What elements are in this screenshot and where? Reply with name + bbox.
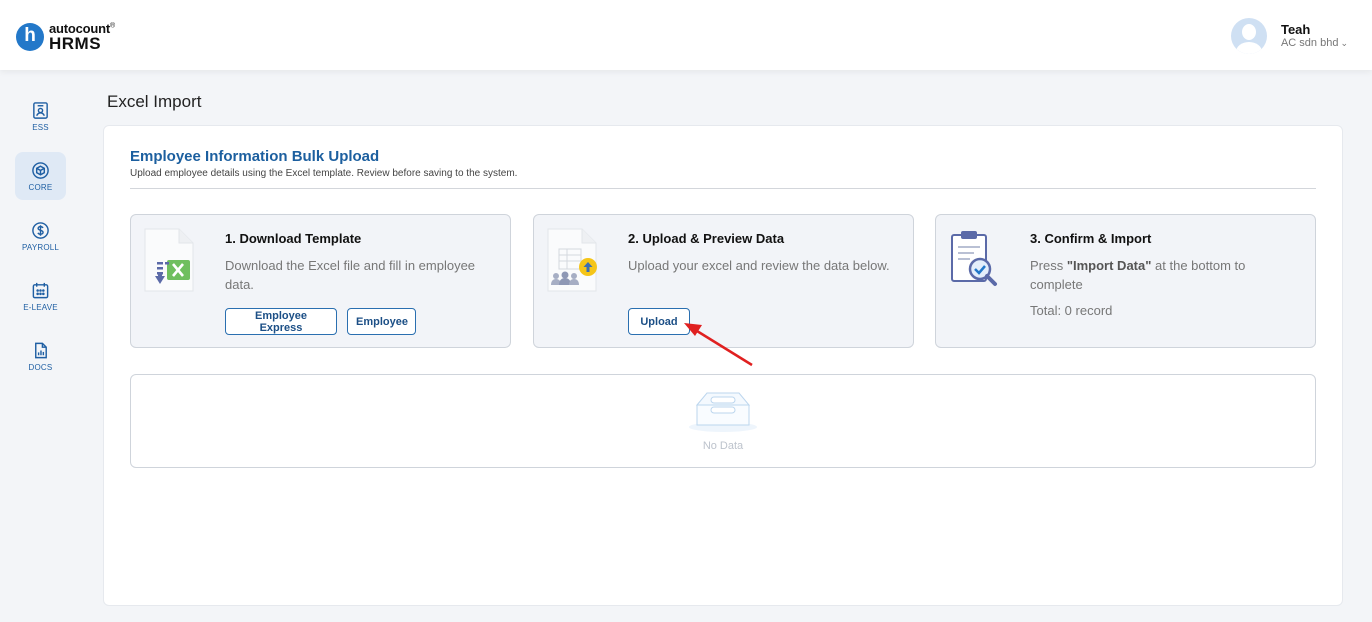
- dollar-circle-icon: [32, 221, 49, 239]
- step-title: 3. Confirm & Import: [1030, 231, 1152, 246]
- step-download-template: 1. Download Template Download the Excel …: [130, 214, 511, 348]
- user-menu[interactable]: Teah AC sdn bhd ⌄: [1230, 18, 1348, 54]
- calendar-icon: [32, 282, 49, 298]
- document-chart-icon: [35, 342, 47, 358]
- sidebar-item-eleave[interactable]: E-LEAVE: [15, 272, 66, 320]
- record-total: Total: 0 record: [1030, 303, 1113, 318]
- preview-table-empty: No Data: [130, 374, 1316, 468]
- logo-product: HRMS: [49, 34, 102, 53]
- step-upload-preview: 2. Upload & Preview Data Upload your exc…: [533, 214, 914, 348]
- employee-template-button[interactable]: Employee: [347, 308, 416, 335]
- section-subtitle: Upload employee details using the Excel …: [130, 168, 518, 179]
- no-data-text: No Data: [702, 440, 744, 452]
- page-title: Excel Import: [107, 92, 202, 111]
- sidebar-item-ess[interactable]: ESS: [15, 92, 66, 140]
- sidebar: ESS CORE PAYROLL E-LEAVE DOCS: [0, 70, 76, 622]
- excel-download-icon: [144, 228, 194, 292]
- step-title: 2. Upload & Preview Data: [628, 231, 785, 246]
- top-header: h autocount® HRMS Teah AC sdn bhd ⌄: [0, 0, 1372, 70]
- divider: [130, 188, 1316, 189]
- import-data-emphasis: "Import Data": [1066, 258, 1152, 273]
- bulk-upload-panel: Employee Information Bulk Upload Upload …: [103, 125, 1343, 606]
- employee-express-template-button[interactable]: Employee Express: [225, 308, 337, 335]
- sidebar-item-label: ESS: [32, 122, 49, 132]
- app-logo[interactable]: h autocount® HRMS: [16, 22, 115, 52]
- ess-badge-icon: [33, 101, 48, 119]
- empty-box-icon: [689, 392, 757, 432]
- step-confirm-import: 3. Confirm & Import Press "Import Data" …: [935, 214, 1316, 348]
- chevron-down-icon: ⌄: [1340, 38, 1348, 49]
- logo-mark: h: [16, 23, 44, 51]
- step-description: Upload your excel and review the data be…: [628, 258, 890, 273]
- sidebar-item-docs[interactable]: DOCS: [15, 332, 66, 380]
- sidebar-item-label: E-LEAVE: [23, 302, 58, 312]
- user-name: Teah: [1280, 21, 1311, 37]
- section-title: Employee Information Bulk Upload: [130, 148, 380, 165]
- sidebar-item-core[interactable]: CORE: [15, 152, 66, 200]
- avatar[interactable]: [1230, 18, 1267, 54]
- clipboard-check-icon: [951, 231, 997, 286]
- sidebar-item-label: DOCS: [28, 362, 53, 372]
- upload-preview-icon: [547, 228, 597, 292]
- step-title: 1. Download Template: [225, 231, 362, 246]
- step-description: Press "Import Data" at the bottom to com…: [1030, 258, 1246, 292]
- sidebar-item-label: CORE: [28, 182, 53, 192]
- sidebar-item-label: PAYROLL: [21, 242, 60, 252]
- step-description: Download the Excel file and fill in empl…: [225, 258, 476, 292]
- sidebar-item-payroll[interactable]: PAYROLL: [15, 212, 66, 260]
- company-selector[interactable]: AC sdn bhd ⌄: [1281, 37, 1348, 50]
- cube-icon: [32, 161, 49, 179]
- upload-button[interactable]: Upload: [628, 308, 690, 335]
